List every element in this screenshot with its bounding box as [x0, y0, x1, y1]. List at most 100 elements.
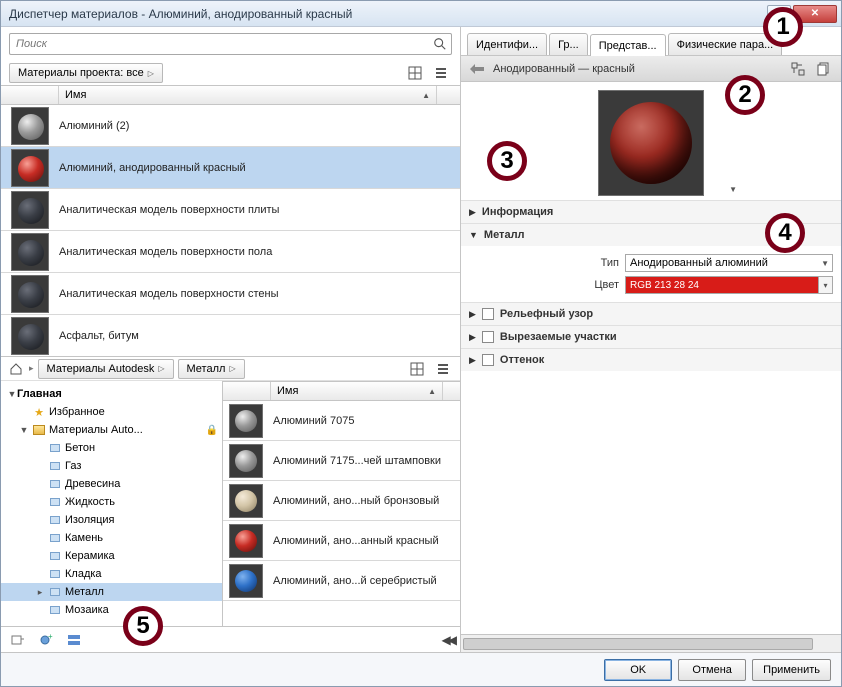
material-label: Алюминий, ано...й серебристый	[273, 575, 460, 587]
material-thumb	[229, 524, 263, 558]
tree-category[interactable]: Древесина	[1, 475, 222, 493]
tree-category[interactable]: Жидкость	[1, 493, 222, 511]
material-label: Алюминий, ано...ный бронзовый	[273, 495, 460, 507]
prop-type-label: Тип	[469, 257, 619, 269]
search-input[interactable]	[9, 33, 452, 55]
chevron-down-icon[interactable]: ▼	[729, 185, 737, 194]
preview-area: ▼	[461, 82, 841, 200]
column-name[interactable]: Имя ▲	[271, 385, 442, 397]
project-filter-label: Материалы проекта: все	[18, 67, 144, 79]
window-title: Диспетчер материалов - Алюминий, анодиро…	[9, 7, 767, 21]
library-bar: ▸ Материалы Autodesk ▷ Металл ▷	[1, 357, 460, 381]
material-row[interactable]: Алюминий 7175...чей штамповки	[223, 441, 460, 481]
material-row[interactable]: Алюминий 7075	[223, 401, 460, 441]
material-thumb	[11, 107, 49, 145]
material-row[interactable]: Алюминий, ано...ный бронзовый	[223, 481, 460, 521]
library-tree[interactable]: ▼ Главная ★ Избранное ▼ Материалы Auto..…	[1, 381, 223, 626]
category-icon	[48, 567, 62, 581]
material-row[interactable]: Алюминий, ано...й серебристый	[223, 561, 460, 601]
section-cutouts[interactable]: ▶ Вырезаемые участки	[461, 326, 841, 348]
horizontal-scrollbar[interactable]	[461, 634, 841, 652]
library-crumb-autodesk[interactable]: Материалы Autodesk ▷	[38, 359, 174, 379]
tree-category[interactable]: Камень	[1, 529, 222, 547]
tab-appearance[interactable]: Представ...	[590, 34, 666, 56]
material-thumb	[11, 149, 49, 187]
preview-thumbnail[interactable]	[598, 90, 704, 196]
cancel-button[interactable]: Отмена	[678, 659, 746, 681]
prop-color-label: Цвет	[469, 279, 619, 291]
material-thumb	[229, 564, 263, 598]
material-browser-window: Диспетчер материалов - Алюминий, анодиро…	[0, 0, 842, 687]
material-row[interactable]: Асфальт, битум	[1, 315, 460, 357]
display-mode-icon[interactable]	[63, 630, 85, 650]
view-list-icon[interactable]	[430, 63, 452, 83]
lock-icon: 🔒	[206, 425, 218, 436]
library-material-list[interactable]: Алюминий 7075Алюминий 7175...чей штампов…	[223, 401, 460, 626]
material-thumb	[11, 317, 49, 355]
prop-color-field[interactable]: RGB 213 28 24	[625, 276, 819, 294]
tree-favorites[interactable]: ★ Избранное	[1, 403, 222, 421]
home-icon[interactable]	[7, 360, 25, 378]
material-thumb	[229, 404, 263, 438]
category-icon	[48, 441, 62, 455]
view-grid-icon[interactable]	[406, 359, 428, 379]
star-icon: ★	[32, 405, 46, 419]
callout-2: 2	[725, 75, 765, 115]
material-row[interactable]: Алюминий (2)	[1, 105, 460, 147]
chevron-right-icon: ▶	[469, 332, 476, 343]
relief-checkbox[interactable]	[482, 308, 494, 320]
tint-checkbox[interactable]	[482, 354, 494, 366]
svg-text:+: +	[48, 633, 53, 641]
library-list-header: Имя ▲	[223, 381, 460, 401]
library-crumb-metal[interactable]: Металл ▷	[178, 359, 245, 379]
material-label: Алюминий, анодированный красный	[59, 162, 460, 174]
material-row[interactable]: Аналитическая модель поверхности плиты	[1, 189, 460, 231]
prop-type-combo[interactable]: Анодированный алюминий ▼	[625, 254, 833, 272]
section-relief[interactable]: ▶ Рельефный узор	[461, 303, 841, 325]
project-filter-dropdown[interactable]: Материалы проекта: все ▷	[9, 63, 163, 83]
tree-category[interactable]: Керамика	[1, 547, 222, 565]
category-icon	[48, 603, 62, 617]
tab-graphics[interactable]: Гр...	[549, 33, 588, 55]
cutouts-checkbox[interactable]	[482, 331, 494, 343]
section-tint[interactable]: ▶ Оттенок	[461, 349, 841, 371]
view-grid-icon[interactable]	[404, 63, 426, 83]
tree-root[interactable]: ▼ Главная	[1, 385, 222, 403]
chevron-right-icon: ▷	[229, 364, 235, 373]
tree-category[interactable]: Бетон	[1, 439, 222, 457]
tree-category[interactable]: ▸Металл	[1, 583, 222, 601]
material-row[interactable]: Алюминий, ано...анный красный	[223, 521, 460, 561]
chevron-down-icon: ▼	[821, 259, 829, 268]
replace-asset-icon[interactable]	[789, 60, 807, 78]
prop-color-more[interactable]: ▾	[819, 276, 833, 294]
project-material-list[interactable]: Алюминий (2) Алюминий, анодированный крас…	[1, 105, 460, 357]
chevron-right-icon: ▶	[469, 207, 476, 218]
collapse-panel-icon[interactable]: ◀◀	[442, 633, 454, 647]
tree-autodesk-materials[interactable]: ▼ Материалы Auto... 🔒	[1, 421, 222, 439]
tab-identity[interactable]: Идентифи...	[467, 33, 547, 55]
library-footer: + ◀◀	[1, 626, 460, 652]
category-icon	[48, 549, 62, 563]
duplicate-asset-icon[interactable]	[815, 60, 833, 78]
material-thumb	[11, 233, 49, 271]
tree-category[interactable]: Газ	[1, 457, 222, 475]
library-menu-icon[interactable]	[7, 630, 29, 650]
ok-button[interactable]: OK	[604, 659, 672, 681]
material-row[interactable]: Алюминий, анодированный красный	[1, 147, 460, 189]
new-material-icon[interactable]: +	[35, 630, 57, 650]
material-row[interactable]: Аналитическая модель поверхности стены	[1, 273, 460, 315]
column-name[interactable]: Имя ▲	[59, 89, 436, 101]
apply-button[interactable]: Применить	[752, 659, 831, 681]
tree-category[interactable]: Мозаика	[1, 601, 222, 619]
tree-category[interactable]: Кладка	[1, 565, 222, 583]
tree-category[interactable]: Изоляция	[1, 511, 222, 529]
chevron-right-icon: ▷	[148, 69, 154, 78]
sort-ascending-icon: ▲	[422, 91, 430, 100]
material-row[interactable]: Аналитическая модель поверхности пола	[1, 231, 460, 273]
view-list-icon[interactable]	[432, 359, 454, 379]
material-label: Алюминий, ано...анный красный	[273, 535, 460, 547]
material-thumb	[11, 275, 49, 313]
material-label: Аналитическая модель поверхности плиты	[59, 204, 460, 216]
asset-header: Анодированный — красный	[461, 56, 841, 82]
search-icon[interactable]	[432, 36, 448, 52]
